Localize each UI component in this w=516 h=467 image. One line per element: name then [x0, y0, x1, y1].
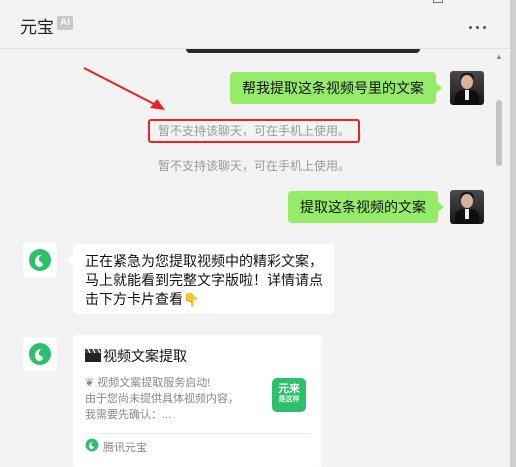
card-source: 腾讯元宝	[103, 442, 147, 454]
scrollbar-thumb[interactable]	[496, 100, 502, 166]
yuanbao-logo-icon	[85, 438, 99, 452]
message-list[interactable]: 帮我提取这条视频号里的文案 暂不支持该聊天，可在手机上使用。 暂不支持该聊天，可…	[0, 49, 510, 467]
yuanbao-logo-icon	[29, 249, 51, 271]
card-title: 视频文案提取	[103, 348, 187, 364]
bot-message-line: 正在紧急为您提取视频中的精彩文案，	[85, 253, 323, 269]
yuanbao-logo-icon	[29, 343, 51, 365]
pointing-down-icon: 👇	[183, 292, 200, 307]
clapper-board-icon	[85, 349, 101, 362]
card-description: ❦ 视频文案提取服务启动!	[85, 377, 211, 389]
chat-title: 元宝	[20, 18, 54, 37]
bot-message-bubble[interactable]: 正在紧急为您提取视频中的精彩文案， 马上就能看到完整文字版啦！详情请点 击下方卡…	[67, 244, 334, 314]
bot-message-line: 马上就能看到完整文字版啦！详情请点	[85, 272, 323, 288]
scroll-up-icon[interactable]: ▲	[495, 52, 503, 61]
yuanbao-avatar[interactable]	[23, 337, 57, 371]
card-divider	[85, 433, 310, 434]
system-tip-unsupported: 暂不支持该聊天，可在手机上使用。	[157, 159, 350, 173]
more-horizontal-icon[interactable]	[467, 20, 489, 34]
yuanbao-avatar[interactable]	[23, 243, 57, 277]
user-avatar[interactable]	[450, 190, 484, 224]
user-message-bubble[interactable]: 帮我提取这条视频号里的文案	[230, 72, 442, 104]
previous-card-edge	[186, 49, 420, 53]
ai-badge: AI	[57, 16, 73, 30]
bot-message-line: 击下方卡片查看	[85, 291, 183, 307]
chat-window: 元宝 AI 帮我提取这条视频号里的文案 暂不支持该聊天，可在手机上使用。 暂不支…	[0, 0, 510, 467]
user-message-bubble[interactable]: 提取这条视频的文案	[288, 191, 444, 223]
red-highlight-box	[148, 119, 360, 143]
user-avatar[interactable]	[450, 71, 484, 105]
card-description: 由于您尚未提供具体视频内容，	[85, 393, 239, 405]
thumbnail-text: 元来	[278, 383, 300, 395]
card-thumbnail: 元来 是这样	[272, 378, 306, 412]
thumbnail-subtext: 是这样	[278, 396, 300, 403]
window-edge	[510, 0, 516, 467]
chat-header: 元宝 AI	[0, 0, 510, 49]
video-transcript-card[interactable]: 视频文案提取 ❦ 视频文案提取服务启动! 由于您尚未提供具体视频内容， 我需要先…	[73, 335, 322, 467]
window-restore-icon[interactable]	[433, 0, 443, 3]
card-description: 我需要先确认：...	[85, 409, 172, 421]
